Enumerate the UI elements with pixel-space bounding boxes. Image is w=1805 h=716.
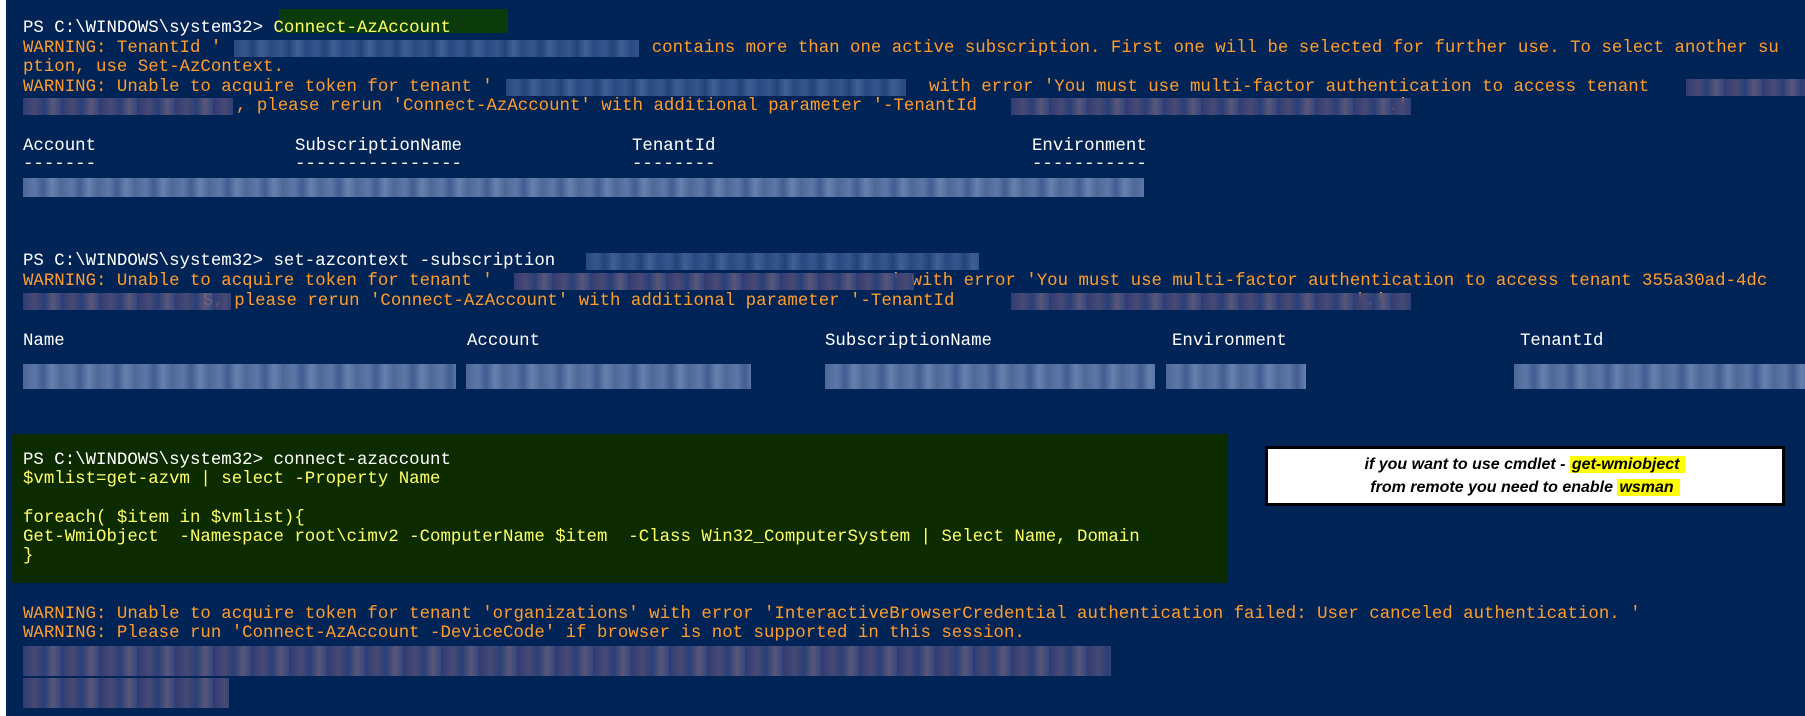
prompt: PS C:\WINDOWS\system32> bbox=[23, 252, 274, 271]
code-line: Get-WmiObject -Namespace root\cimv2 -Com… bbox=[23, 528, 1140, 547]
column-header-account: Account bbox=[467, 332, 541, 351]
redacted-table-cell bbox=[466, 364, 751, 389]
warning-text: S, please rerun 'Connect-AzAccount' with… bbox=[203, 292, 965, 311]
redacted-table-cell bbox=[1514, 364, 1805, 389]
code-line: PS C:\WINDOWS\system32> connect-azaccoun… bbox=[23, 451, 451, 470]
column-header-subscriptionname: SubscriptionName bbox=[825, 332, 992, 351]
underline: -------- bbox=[632, 155, 716, 174]
code-text: $vmlist=get-azvm | select -Property Name bbox=[23, 470, 441, 489]
note-highlight-wsman: wsman bbox=[1617, 479, 1680, 496]
warning-text: WARNING: Please run 'Connect-AzAccount -… bbox=[23, 624, 1025, 643]
table-header: Environment bbox=[1172, 332, 1287, 351]
redacted-tenant-id bbox=[23, 293, 231, 310]
note-text: from remote you need to enable bbox=[1370, 479, 1618, 496]
column-header-name: Name bbox=[23, 332, 65, 351]
table-header: Name bbox=[23, 332, 65, 351]
redacted-tenant-id bbox=[506, 79, 906, 96]
redacted-table-cell bbox=[23, 364, 456, 389]
table-underline: ----------- bbox=[1032, 155, 1147, 174]
column-header-environment: Environment bbox=[1172, 332, 1287, 351]
command: set-azcontext -subscription bbox=[273, 252, 556, 271]
table-header: Account bbox=[23, 137, 96, 156]
table-underline: -------- bbox=[632, 155, 716, 174]
table-header: Account bbox=[467, 332, 540, 351]
warning-text: ' with error 'You must use multi-factor … bbox=[890, 272, 1768, 291]
warning-text: ption, use Set-AzContext. bbox=[23, 58, 284, 77]
redacted-output bbox=[23, 646, 1111, 676]
code-text: foreach( $item in $vmlist){ bbox=[23, 509, 305, 528]
redacted-subscription bbox=[586, 253, 979, 270]
redacted-tenant-id bbox=[23, 98, 233, 115]
code-line: $vmlist=get-azvm | select -Property Name bbox=[23, 470, 440, 489]
powershell-console[interactable]: PS C:\WINDOWS\system32> Connect-AzAccoun… bbox=[6, 0, 1805, 716]
table-header: TenantId bbox=[632, 137, 716, 156]
redacted-table-cell bbox=[825, 364, 1155, 389]
warning-text: WARNING: Unable to acquire token for ten… bbox=[23, 272, 493, 291]
warning-text: WARNING: Unable to acquire token for ten… bbox=[23, 78, 493, 97]
warning-line: WARNING: Unable to acquire token for ten… bbox=[23, 605, 1641, 624]
session2-prompt-line: PS C:\WINDOWS\system32> set-azcontext -s… bbox=[23, 252, 555, 271]
redacted-tenant-id bbox=[1011, 98, 1411, 115]
annotation-note: if you want to use cmdlet - get-wmiobjec… bbox=[1265, 446, 1785, 506]
code-text: PS C:\WINDOWS\system32> connect-azaccoun… bbox=[23, 451, 451, 470]
table-header: SubscriptionName bbox=[295, 137, 462, 156]
warning-line: WARNING: Please run 'Connect-AzAccount -… bbox=[23, 624, 1025, 643]
note-text: if you want to use cmdlet - bbox=[1364, 456, 1570, 473]
warning-text: WARNING: Unable to acquire token for ten… bbox=[23, 605, 1641, 624]
warning-text: contains more than one active subscripti… bbox=[641, 39, 1779, 58]
redacted-tenant-id bbox=[1686, 79, 1805, 96]
redacted-table-cell bbox=[1166, 364, 1306, 389]
note-highlight-get-wmiobject: get-wmiobject bbox=[1569, 456, 1686, 473]
table-underline: ---------------- bbox=[295, 155, 462, 174]
underline: ----------- bbox=[1032, 155, 1147, 174]
session1-prompt-line: PS C:\WINDOWS\system32> Connect-AzAccoun… bbox=[23, 19, 451, 38]
note-line-2: from remote you need to enable wsman bbox=[1268, 476, 1782, 499]
redacted-output bbox=[23, 678, 229, 708]
code-line: } bbox=[23, 547, 33, 566]
column-header-account: Account bbox=[23, 137, 97, 156]
warning-text: , please rerun 'Connect-AzAccount' with … bbox=[236, 97, 988, 116]
redacted-tenant-id bbox=[1011, 293, 1411, 310]
table-underline: ------- bbox=[23, 155, 96, 174]
code-text: Get-WmiObject -Namespace root\cimv2 -Com… bbox=[23, 528, 1140, 547]
underline: ---------------- bbox=[295, 155, 462, 174]
table-header: TenantId bbox=[1520, 332, 1604, 351]
column-header-tenantid: TenantId bbox=[1520, 332, 1604, 351]
column-header-environment: Environment bbox=[1032, 137, 1147, 156]
column-header-tenantid: TenantId bbox=[632, 137, 716, 156]
underline: ------- bbox=[23, 155, 97, 174]
warning-text: with error 'You must use multi-factor au… bbox=[918, 78, 1650, 97]
note-line-1: if you want to use cmdlet - get-wmiobjec… bbox=[1268, 453, 1782, 476]
table-header: SubscriptionName bbox=[825, 332, 992, 351]
table-header: Environment bbox=[1032, 137, 1147, 156]
redacted-tenant-id bbox=[234, 40, 639, 57]
code-line: foreach( $item in $vmlist){ bbox=[23, 509, 305, 528]
prompt: PS C:\WINDOWS\system32> bbox=[23, 19, 274, 38]
redacted-tenant-id bbox=[514, 273, 914, 290]
redacted-table-row bbox=[23, 178, 1144, 197]
column-header-subscriptionname: SubscriptionName bbox=[295, 137, 462, 156]
warning-line: ption, use Set-AzContext. bbox=[23, 58, 284, 77]
warning-text: WARNING: TenantId ' bbox=[23, 39, 222, 58]
command: Connect-AzAccount bbox=[273, 19, 451, 38]
code-text: } bbox=[23, 547, 34, 566]
